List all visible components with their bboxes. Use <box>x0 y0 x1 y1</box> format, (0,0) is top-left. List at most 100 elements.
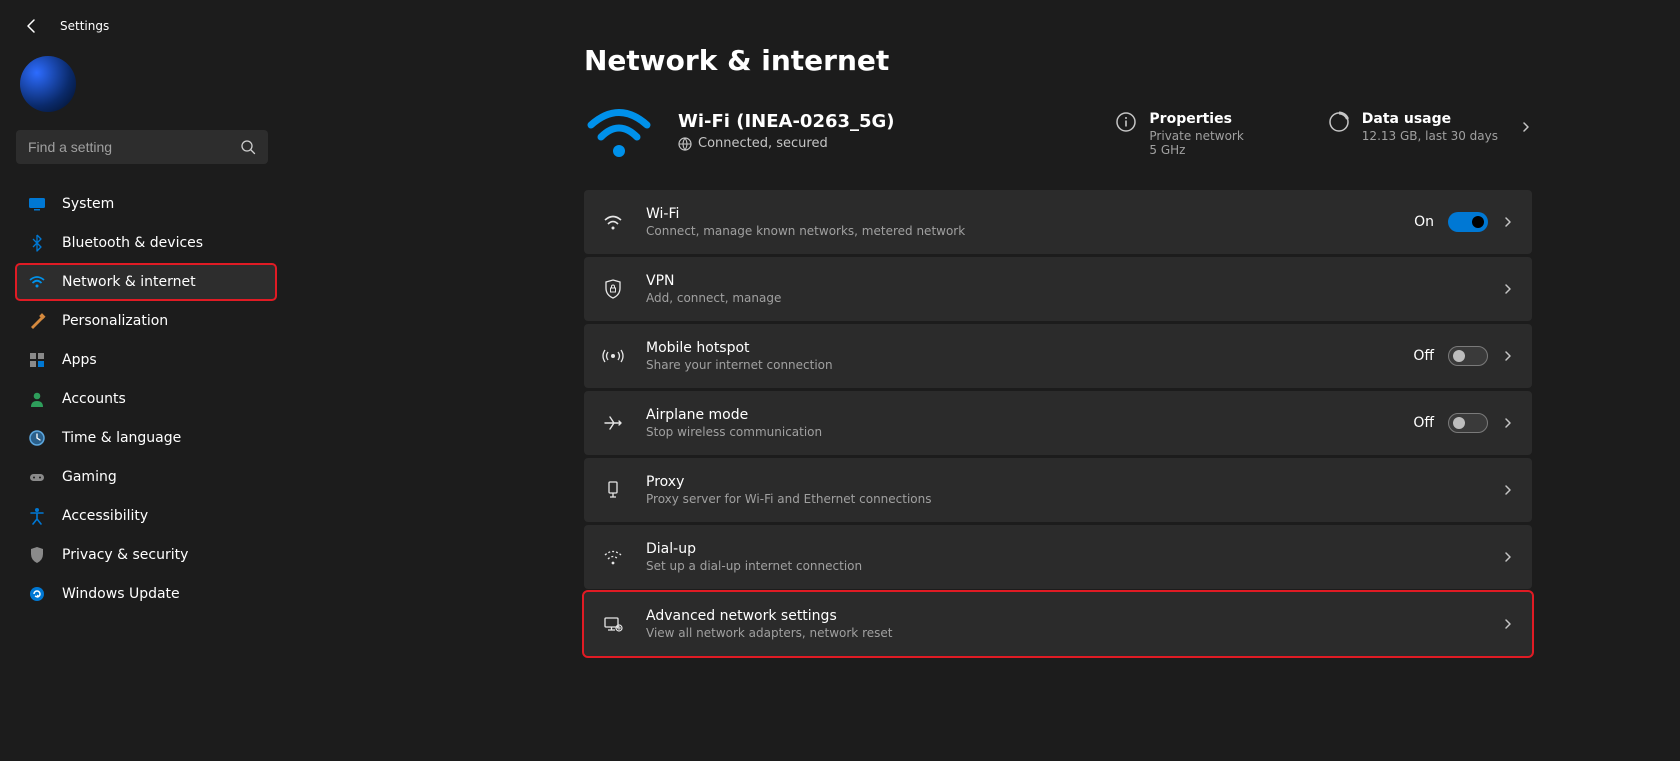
dialup-icon <box>602 546 624 568</box>
item-title: Airplane mode <box>646 407 1413 423</box>
list-item-dialup[interactable]: Dial-up Set up a dial-up internet connec… <box>584 525 1532 589</box>
sidebar-item-time-language[interactable]: Time & language <box>16 420 276 456</box>
sidebar-item-label: Apps <box>62 352 97 368</box>
list-item-vpn[interactable]: VPN Add, connect, manage <box>584 257 1532 321</box>
info-icon <box>1115 111 1137 133</box>
sidebar-item-bluetooth[interactable]: Bluetooth & devices <box>16 225 276 261</box>
page-title: Network & internet <box>584 44 1532 77</box>
connection-sub: Connected, secured <box>678 136 895 151</box>
item-sub: Connect, manage known networks, metered … <box>646 224 1414 238</box>
sidebar-item-personalization[interactable]: Personalization <box>16 303 276 339</box>
item-title: Wi-Fi <box>646 206 1414 222</box>
back-icon[interactable] <box>24 18 40 34</box>
sidebar-item-accounts[interactable]: Accounts <box>16 381 276 417</box>
toggle-state-label: Off <box>1413 348 1434 364</box>
data-usage-icon <box>1328 111 1350 133</box>
sidebar-item-label: Bluetooth & devices <box>62 235 203 251</box>
hotspot-toggle[interactable] <box>1448 346 1488 366</box>
airplane-toggle[interactable] <box>1448 413 1488 433</box>
sidebar-item-label: Accounts <box>62 391 126 407</box>
sidebar: System Bluetooth & devices Network & int… <box>16 50 276 612</box>
sidebar-item-label: Network & internet <box>62 274 196 290</box>
settings-header-title: Settings <box>60 19 109 33</box>
connection-status-text: Connected, secured <box>698 136 828 151</box>
item-sub: Share your internet connection <box>646 358 1413 372</box>
toggle-state-label: On <box>1414 214 1434 230</box>
item-sub: Stop wireless communication <box>646 425 1413 439</box>
list-item-advanced[interactable]: Advanced network settings View all netwo… <box>584 592 1532 656</box>
person-icon <box>28 390 46 408</box>
connection-status-main: Wi-Fi (INEA-0263_5G) Connected, secured <box>678 105 895 151</box>
data-usage-title: Data usage <box>1362 111 1498 127</box>
data-usage-line: 12.13 GB, last 30 days <box>1362 129 1498 143</box>
properties-line1: Private network <box>1149 129 1243 143</box>
sidebar-item-system[interactable]: System <box>16 186 276 222</box>
sidebar-item-apps[interactable]: Apps <box>16 342 276 378</box>
chevron-right-icon <box>1502 350 1514 362</box>
clock-icon <box>28 429 46 447</box>
wifi-toggle[interactable] <box>1448 212 1488 232</box>
properties-line2: 5 GHz <box>1149 143 1243 157</box>
list-item-wifi[interactable]: Wi-Fi Connect, manage known networks, me… <box>584 190 1532 254</box>
accessibility-icon <box>28 507 46 525</box>
sidebar-item-accessibility[interactable]: Accessibility <box>16 498 276 534</box>
item-title: Mobile hotspot <box>646 340 1413 356</box>
sidebar-item-label: Windows Update <box>62 586 180 602</box>
sidebar-item-label: System <box>62 196 114 212</box>
gamepad-icon <box>28 468 46 486</box>
sidebar-item-label: Time & language <box>62 430 181 446</box>
sidebar-item-label: Accessibility <box>62 508 148 524</box>
item-title: Advanced network settings <box>646 608 1502 624</box>
proxy-icon <box>602 479 624 501</box>
globe-icon <box>678 137 692 151</box>
settings-header: Settings <box>0 0 1680 34</box>
settings-item-list: Wi-Fi Connect, manage known networks, me… <box>584 190 1532 656</box>
bluetooth-icon <box>28 234 46 252</box>
sidebar-item-gaming[interactable]: Gaming <box>16 459 276 495</box>
update-icon <box>28 585 46 603</box>
item-sub: Add, connect, manage <box>646 291 1502 305</box>
item-sub: Proxy server for Wi-Fi and Ethernet conn… <box>646 492 1502 506</box>
shield-icon <box>28 546 46 564</box>
chevron-right-icon <box>1520 121 1532 133</box>
toggle-state-label: Off <box>1413 415 1434 431</box>
search-icon <box>240 139 256 155</box>
brush-icon <box>28 312 46 330</box>
sidebar-item-update[interactable]: Windows Update <box>16 576 276 612</box>
properties-title: Properties <box>1149 111 1243 127</box>
sidebar-item-network[interactable]: Network & internet <box>16 264 276 300</box>
vpn-shield-icon <box>602 278 624 300</box>
avatar[interactable] <box>20 56 76 112</box>
item-title: Proxy <box>646 474 1502 490</box>
item-sub: Set up a dial-up internet connection <box>646 559 1502 573</box>
search-input[interactable] <box>28 139 240 155</box>
data-usage-card[interactable]: Data usage 12.13 GB, last 30 days <box>1328 105 1532 143</box>
nav-list: System Bluetooth & devices Network & int… <box>16 186 276 612</box>
airplane-icon <box>602 412 624 434</box>
list-item-airplane[interactable]: Airplane mode Stop wireless communicatio… <box>584 391 1532 455</box>
item-title: Dial-up <box>646 541 1502 557</box>
sidebar-item-label: Privacy & security <box>62 547 188 563</box>
search-box[interactable] <box>16 130 268 164</box>
connection-status-row: Wi-Fi (INEA-0263_5G) Connected, secured … <box>584 105 1532 160</box>
wifi-large-icon <box>584 105 654 160</box>
chevron-right-icon <box>1502 417 1514 429</box>
chevron-right-icon <box>1502 283 1514 295</box>
chevron-right-icon <box>1502 216 1514 228</box>
ssid-title: Wi-Fi (INEA-0263_5G) <box>678 111 895 132</box>
item-sub: View all network adapters, network reset <box>646 626 1502 640</box>
advanced-network-icon <box>602 613 624 635</box>
hotspot-icon <box>602 345 624 367</box>
chevron-right-icon <box>1502 484 1514 496</box>
chevron-right-icon <box>1502 551 1514 563</box>
wifi-icon <box>602 211 624 233</box>
list-item-hotspot[interactable]: Mobile hotspot Share your internet conne… <box>584 324 1532 388</box>
sidebar-item-privacy[interactable]: Privacy & security <box>16 537 276 573</box>
item-title: VPN <box>646 273 1502 289</box>
monitor-icon <box>28 195 46 213</box>
chevron-right-icon <box>1502 618 1514 630</box>
properties-card[interactable]: Properties Private network 5 GHz <box>1115 105 1243 157</box>
wifi-icon <box>28 273 46 291</box>
list-item-proxy[interactable]: Proxy Proxy server for Wi-Fi and Etherne… <box>584 458 1532 522</box>
apps-icon <box>28 351 46 369</box>
